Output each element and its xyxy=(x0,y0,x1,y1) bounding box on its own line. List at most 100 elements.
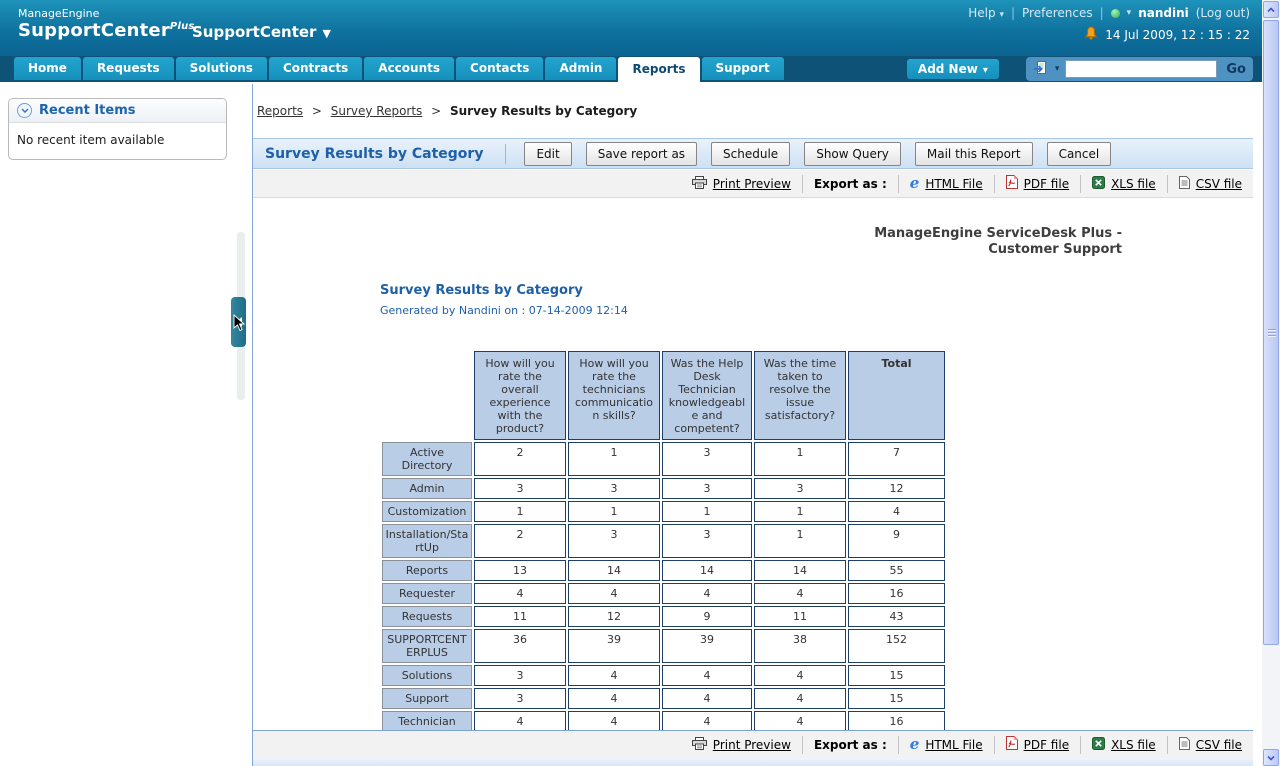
data-cell: 3 xyxy=(474,688,566,709)
table-row: Admin333312 xyxy=(382,478,945,499)
tab-home[interactable]: Home xyxy=(14,57,81,80)
row-label: Customization xyxy=(382,501,472,522)
data-cell: 1 xyxy=(754,442,846,476)
recent-items-header[interactable]: Recent Items xyxy=(9,99,226,123)
chevron-down-icon[interactable]: ▾ xyxy=(1055,64,1060,74)
data-cell: 14 xyxy=(754,560,846,581)
chevron-down-icon: ▾ xyxy=(999,10,1004,20)
help-menu[interactable]: Help ▾ xyxy=(968,6,1004,20)
logout-link[interactable]: (Log out) xyxy=(1196,6,1250,20)
scrollbar-grip xyxy=(1268,329,1276,337)
splitter-hatch xyxy=(238,256,244,286)
vertical-scrollbar[interactable] xyxy=(1262,0,1280,766)
row-label: SUPPORTCENTERPLUS xyxy=(382,629,472,663)
alarm-bell-icon[interactable] xyxy=(1084,26,1098,43)
html-file-section: eHTML File xyxy=(898,175,994,193)
xls-icon xyxy=(1092,737,1105,753)
scroll-down-button[interactable] xyxy=(1263,749,1279,766)
tab-reports[interactable]: Reports xyxy=(618,57,699,82)
show-query-button[interactable]: Show Query xyxy=(804,142,901,166)
scrollbar-thumb[interactable] xyxy=(1263,20,1279,645)
data-cell: 1 xyxy=(568,442,660,476)
row-label: Solutions xyxy=(382,665,472,686)
splitter-hatch xyxy=(238,352,244,382)
xls-file-section: XLS file xyxy=(1080,175,1167,193)
tab-contacts[interactable]: Contacts xyxy=(456,57,543,80)
recent-items-empty-text: No recent item available xyxy=(9,123,226,159)
table-row: Active Directory21317 xyxy=(382,442,945,476)
presence-status-icon[interactable] xyxy=(1111,9,1120,18)
print-preview-section: Print Preview xyxy=(681,175,802,193)
search-scope-icon[interactable] xyxy=(1033,60,1049,79)
printer-icon xyxy=(692,737,707,753)
logged-in-user[interactable]: nandini xyxy=(1138,6,1189,20)
mail-this-report-button[interactable]: Mail this Report xyxy=(915,142,1033,166)
data-cell: 3 xyxy=(662,442,752,476)
go-button[interactable]: Go xyxy=(1226,62,1246,77)
top-header-bar: ManageEngine SupportCenterPlus SupportCe… xyxy=(0,0,1280,56)
csv-file-link[interactable]: CSV file xyxy=(1196,177,1242,191)
brand-plus: Plus xyxy=(170,21,195,32)
nav-tabs: HomeRequestsSolutionsContractsAccountsCo… xyxy=(14,57,784,82)
add-new-button[interactable]: Add New▾ xyxy=(907,59,999,79)
tab-accounts[interactable]: Accounts xyxy=(364,57,454,80)
table-row: Solutions344415 xyxy=(382,665,945,686)
data-cell: 9 xyxy=(848,524,945,558)
pdf-file-link[interactable]: PDF file xyxy=(1024,177,1069,191)
csv-file-link[interactable]: CSV file xyxy=(1196,738,1242,752)
pdf-file-section: PDF file xyxy=(994,175,1080,193)
data-cell: 4 xyxy=(568,665,660,686)
edit-button[interactable]: Edit xyxy=(524,142,571,166)
html-file-link[interactable]: HTML File xyxy=(925,738,982,752)
data-cell: 4 xyxy=(754,665,846,686)
print-preview-link[interactable]: Print Preview xyxy=(713,177,791,191)
row-label: Requester xyxy=(382,583,472,604)
cancel-button[interactable]: Cancel xyxy=(1047,142,1112,166)
chevron-down-icon[interactable]: ▾ xyxy=(1127,8,1132,18)
brand-main: SupportCenterPlus xyxy=(18,20,195,41)
data-cell: 2 xyxy=(474,442,566,476)
table-row: Technician444416 xyxy=(382,711,945,732)
data-cell: 3 xyxy=(662,478,752,499)
breadcrumb-link[interactable]: Survey Reports xyxy=(331,104,423,118)
scroll-up-button[interactable] xyxy=(1263,1,1279,18)
pdf-file-link[interactable]: PDF file xyxy=(1024,738,1069,752)
data-cell: 15 xyxy=(848,665,945,686)
product-selector[interactable]: SupportCenter▼ xyxy=(192,23,331,41)
preferences-link[interactable]: Preferences xyxy=(1022,6,1093,20)
pdf-icon xyxy=(1006,736,1018,753)
tab-contracts[interactable]: Contracts xyxy=(269,57,362,80)
ie-icon: e xyxy=(910,738,920,752)
save-report-as-button[interactable]: Save report as xyxy=(586,142,697,166)
breadcrumb-link[interactable]: Reports xyxy=(257,104,303,118)
row-label: Reports xyxy=(382,560,472,581)
tab-requests[interactable]: Requests xyxy=(83,57,174,80)
data-cell: 4 xyxy=(474,711,566,732)
data-cell: 43 xyxy=(848,606,945,627)
divider: | xyxy=(1011,6,1015,20)
report-body: ManageEngine ServiceDesk Plus - Customer… xyxy=(253,199,1253,726)
data-cell: 4 xyxy=(662,583,752,604)
recent-items-panel: Recent Items No recent item available xyxy=(8,98,227,160)
data-cell: 4 xyxy=(568,711,660,732)
print-preview-link[interactable]: Print Preview xyxy=(713,738,791,752)
tab-support[interactable]: Support xyxy=(702,57,784,80)
xls-file-link[interactable]: XLS file xyxy=(1111,177,1156,191)
search-input[interactable] xyxy=(1065,60,1217,78)
data-cell: 14 xyxy=(662,560,752,581)
csv-icon xyxy=(1179,176,1190,192)
data-cell: 3 xyxy=(662,524,752,558)
data-cell: 16 xyxy=(848,711,945,732)
xls-file-link[interactable]: XLS file xyxy=(1111,738,1156,752)
data-cell: 1 xyxy=(662,501,752,522)
schedule-button[interactable]: Schedule xyxy=(711,142,790,166)
tab-solutions[interactable]: Solutions xyxy=(176,57,267,80)
html-file-section: e HTML File xyxy=(898,736,994,754)
html-file-link[interactable]: HTML File xyxy=(925,177,982,191)
collapse-chevron-icon[interactable] xyxy=(17,103,32,118)
survey-table: How will you rate the overall experience… xyxy=(380,349,947,759)
data-cell: 1 xyxy=(754,524,846,558)
row-label: Admin xyxy=(382,478,472,499)
tab-admin[interactable]: Admin xyxy=(545,57,616,80)
export-as-label: Export as : xyxy=(814,738,887,752)
